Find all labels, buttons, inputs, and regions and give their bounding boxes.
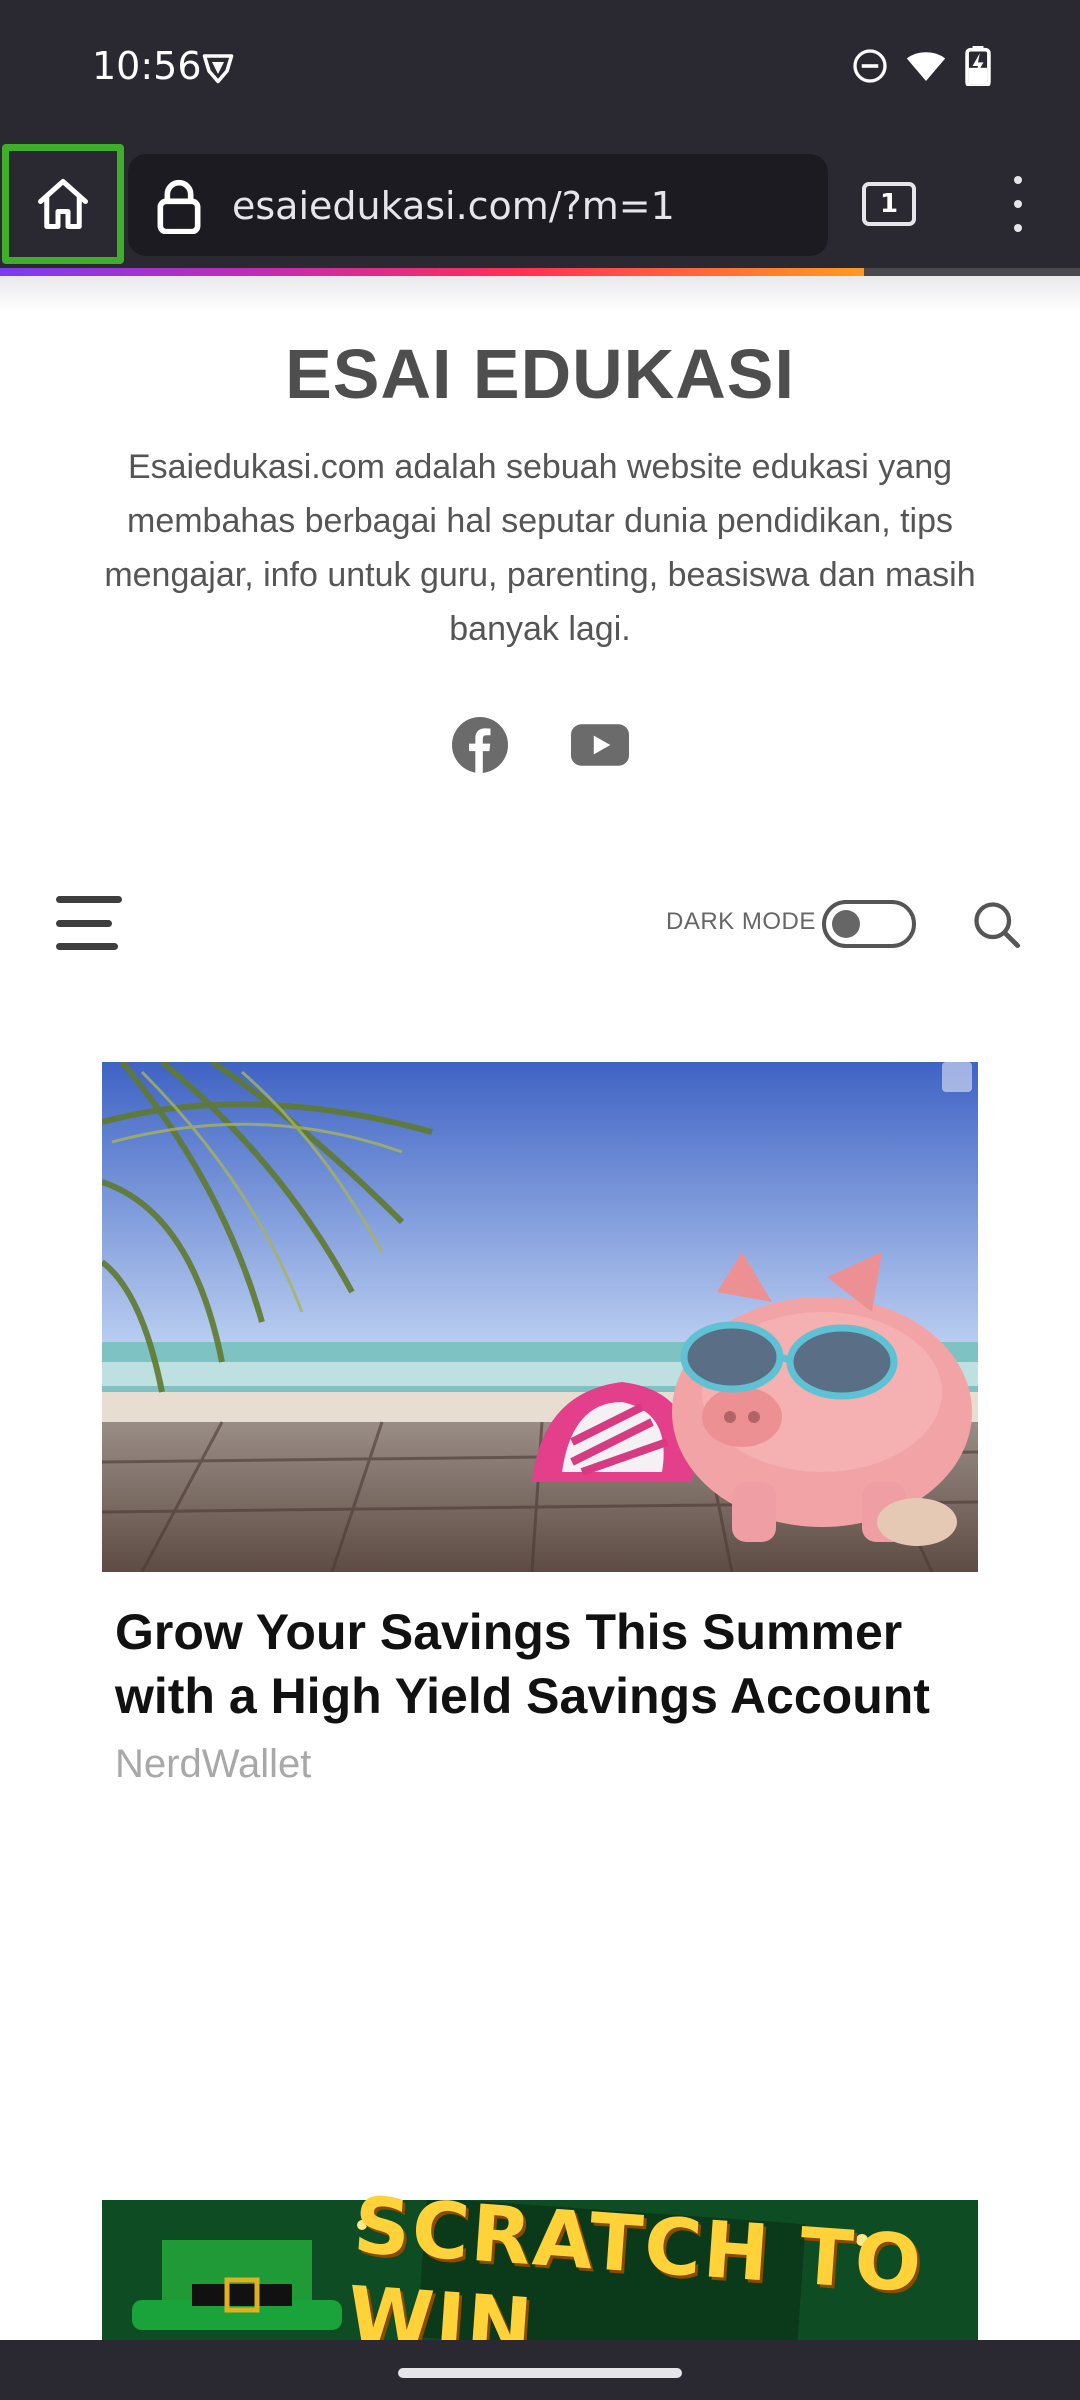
social-links bbox=[0, 716, 1080, 774]
hamburger-line bbox=[56, 943, 118, 950]
home-icon bbox=[38, 179, 88, 229]
site-title[interactable]: ESAI EDUKASI bbox=[0, 334, 1080, 414]
page-load-progress bbox=[0, 268, 1080, 276]
status-bar: 10:56 bbox=[0, 0, 1080, 140]
ad-source[interactable]: NerdWallet bbox=[115, 1742, 311, 1787]
dark-mode-toggle[interactable] bbox=[822, 900, 916, 948]
tab-switcher-button[interactable]: 1 bbox=[862, 182, 916, 226]
search-icon[interactable] bbox=[970, 898, 1022, 950]
toolbar-shadow bbox=[0, 276, 1080, 312]
system-navigation-bar bbox=[0, 2340, 1080, 2400]
lock-icon bbox=[157, 179, 201, 234]
progress-fill bbox=[0, 268, 864, 276]
ad-image-piggy-bank-beach[interactable] bbox=[102, 1062, 978, 1572]
wifi-icon bbox=[906, 52, 946, 81]
facebook-icon[interactable] bbox=[451, 716, 509, 774]
do-not-disturb-icon bbox=[853, 49, 887, 83]
status-time: 10:56 bbox=[92, 44, 202, 88]
menu-dot bbox=[1014, 176, 1022, 184]
hamburger-line bbox=[56, 919, 112, 927]
youtube-icon[interactable] bbox=[571, 716, 629, 774]
menu-dot bbox=[1014, 200, 1022, 208]
browser-toolbar: esaiedukasi.com/?m=1 1 bbox=[0, 140, 1080, 268]
home-button[interactable] bbox=[2, 144, 124, 264]
toggle-knob bbox=[832, 910, 860, 938]
menu-hamburger-icon[interactable] bbox=[56, 896, 122, 950]
dark-mode-label: DARK MODE bbox=[666, 908, 816, 935]
home-gesture-handle[interactable] bbox=[398, 2368, 682, 2378]
hamburger-line bbox=[56, 896, 122, 903]
battery-charging-icon bbox=[965, 46, 991, 86]
site-description: Esaiedukasi.com adalah sebuah website ed… bbox=[104, 448, 976, 648]
address-bar[interactable]: esaiedukasi.com/?m=1 bbox=[128, 154, 828, 256]
ad-headline[interactable]: Grow Your Savings This Summer with a Hig… bbox=[115, 1600, 995, 1728]
vpn-shield-icon bbox=[202, 54, 234, 84]
url-text[interactable]: esaiedukasi.com/?m=1 bbox=[232, 184, 675, 228]
more-menu-button[interactable] bbox=[1000, 176, 1036, 232]
menu-dot bbox=[1014, 224, 1022, 232]
